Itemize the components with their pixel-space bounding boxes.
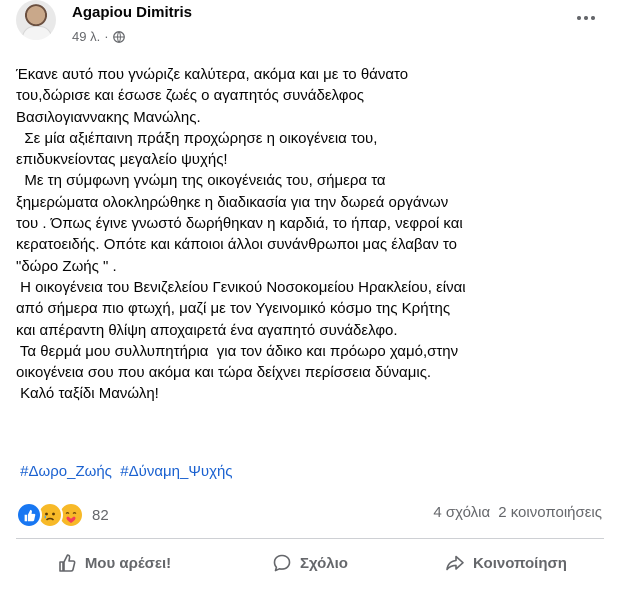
post-line: "δώρο Ζωής " . — [16, 257, 117, 275]
share-icon — [446, 555, 464, 571]
post-line: Τα θερμά μου συλλυπητήρια για τον άδικο … — [16, 342, 459, 360]
meta-separator: · — [104, 29, 109, 44]
more-options-icon[interactable] — [572, 8, 600, 28]
post-meta: 49 λ. · — [72, 29, 125, 44]
post-line: Με τη σύμφωνη γνώμη της οικογένειάς του,… — [16, 172, 386, 190]
hashtag-row: #Δωρο_Ζωής #Δύναμη_Ψυχής — [16, 461, 232, 482]
post-line: ξημερώματα ολοκληρώθηκε η διαδικασία για… — [16, 193, 449, 211]
divider — [16, 538, 604, 539]
post-line: του . Όπως έγινε γνωστό δωρήθηκαν η καρδ… — [16, 215, 463, 233]
post-line: Καλό ταξίδι Μανώλη! — [16, 385, 159, 403]
like-button-label: Μου αρέσει! — [84, 554, 172, 572]
like-icon — [16, 502, 42, 528]
post-body: Έκανε αυτό που γνώριζε καλύτερα, ακόμα κ… — [16, 64, 606, 405]
hashtag-link[interactable]: #Δωρο_Ζωής — [20, 463, 112, 480]
post-header: Agapiou Dimitris 49 λ. · — [16, 0, 604, 56]
action-bar: Μου αρέσει! Σχόλιο Κοινοποίηση — [16, 543, 604, 583]
post-line: οικογένεια σου που ακόμα και τώρα δείχνε… — [16, 364, 432, 382]
share-button-label: Κοινοποίηση — [473, 554, 567, 572]
reactions-summary[interactable]: 82 — [16, 502, 109, 528]
comment-count[interactable]: 4 σχόλια — [433, 504, 490, 521]
reaction-count: 82 — [92, 506, 109, 524]
engagement-counts: 4 σχόλια 2 κοινοποιήσεις — [433, 504, 602, 521]
post-line: Έκανε αυτό που γνώριζε καλύτερα, ακόμα κ… — [16, 66, 409, 83]
globe-icon — [112, 30, 125, 43]
post-line: του,δώρισε και έσωσε ζωές ο αγαπητός συν… — [16, 87, 365, 105]
comment-button[interactable]: Σχόλιο — [212, 543, 408, 583]
post-line: Βασιλογιαννακης Μανώλης. — [16, 108, 201, 126]
hashtag-link[interactable]: #Δύναμη_Ψυχής — [120, 463, 232, 480]
like-button[interactable]: Μου αρέσει! — [16, 543, 212, 583]
comment-button-label: Σχόλιο — [300, 554, 348, 572]
post-line: κερατοειδής. Οπότε και κάποιοι άλλοι συν… — [16, 236, 457, 254]
post-line: Σε μία αξιέπαινη πράξη προχώρησε η οικογ… — [16, 129, 378, 147]
post-line: από σήμερα πιο φτωχή, μαζί με τον Υγεινο… — [16, 300, 451, 318]
post-time[interactable]: 49 λ. — [72, 29, 100, 44]
share-count[interactable]: 2 κοινοποιήσεις — [498, 504, 602, 521]
post-line: Η οικογένεια του Βενιζελείου Γενικού Νοσ… — [16, 278, 466, 296]
comment-icon — [273, 554, 291, 572]
post-line: επιδυκνείοντας μεγαλείο ψυχής! — [16, 151, 228, 169]
share-button[interactable]: Κοινοποίηση — [408, 543, 604, 583]
author-name[interactable]: Agapiou Dimitris — [72, 4, 192, 21]
post-line: και απέραντη θλίψη αποχαιρετά ένα αγαπητ… — [16, 321, 398, 339]
thumbs-up-icon — [59, 554, 76, 572]
author-avatar[interactable] — [16, 0, 56, 40]
post-stats: 82 4 σχόλια 2 κοινοποιήσεις — [16, 500, 604, 528]
